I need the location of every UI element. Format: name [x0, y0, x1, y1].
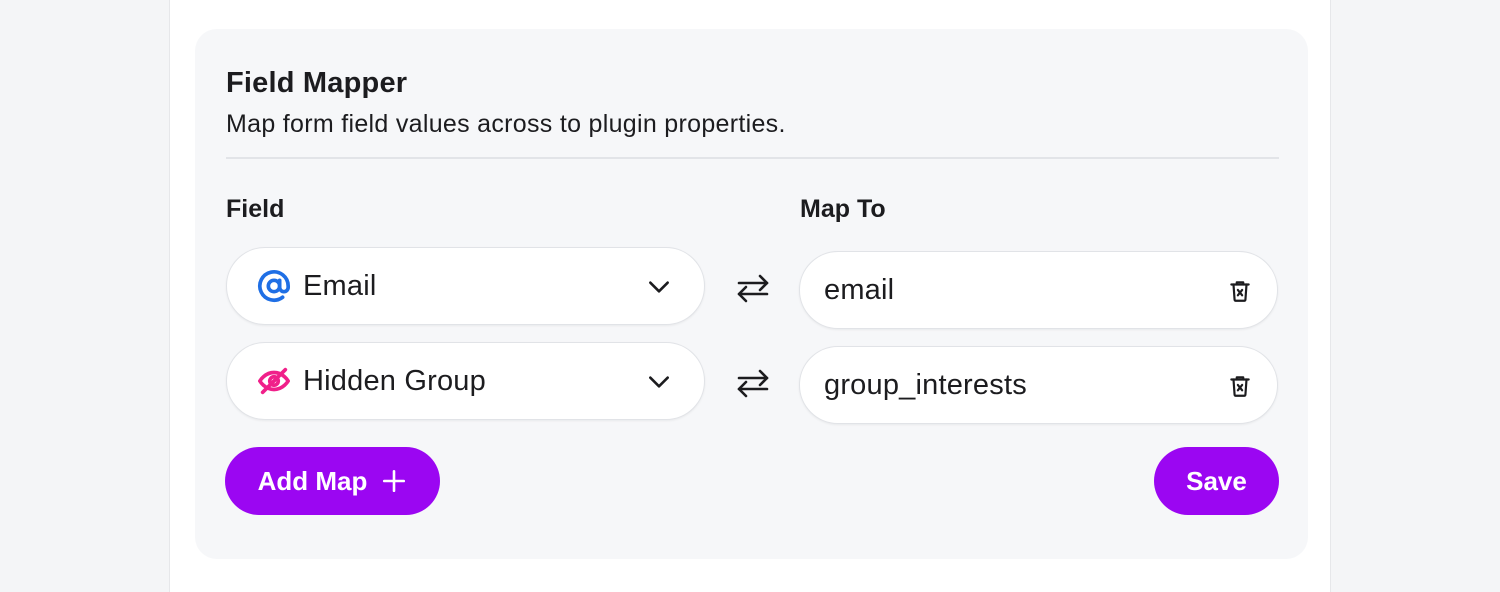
save-button[interactable]: Save — [1154, 447, 1279, 515]
map-to-input[interactable]: group_interests — [799, 346, 1278, 424]
field-select-label: Email — [303, 269, 377, 302]
page-card: Field Mapper Map form field values acros… — [169, 0, 1331, 592]
panel-subtitle: Map form field values across to plugin p… — [226, 110, 786, 138]
map-to-column-header: Map To — [800, 195, 886, 223]
chevron-down-icon — [649, 281, 669, 293]
map-to-value: group_interests — [824, 368, 1027, 401]
swap-arrows-icon — [737, 274, 769, 303]
plus-icon — [383, 469, 406, 493]
add-map-label: Add Map — [257, 465, 368, 496]
eye-off-icon — [257, 364, 291, 398]
divider — [226, 157, 1279, 159]
field-column-header: Field — [226, 195, 285, 223]
delete-icon[interactable] — [1227, 373, 1253, 399]
field-select-label: Hidden Group — [303, 364, 486, 397]
at-sign-icon — [257, 269, 291, 303]
panel-title: Field Mapper — [226, 67, 408, 99]
map-to-value: email — [824, 273, 895, 306]
chevron-down-icon — [649, 376, 669, 388]
swap-arrows-icon — [737, 369, 769, 398]
field-select-hidden-group[interactable]: Hidden Group — [226, 342, 705, 420]
field-select-email[interactable]: Email — [226, 247, 705, 325]
map-to-input[interactable]: email — [799, 251, 1278, 329]
add-map-button[interactable]: Add Map — [225, 447, 440, 515]
field-mapper-panel: Field Mapper Map form field values acros… — [195, 29, 1308, 559]
delete-icon[interactable] — [1227, 278, 1253, 304]
